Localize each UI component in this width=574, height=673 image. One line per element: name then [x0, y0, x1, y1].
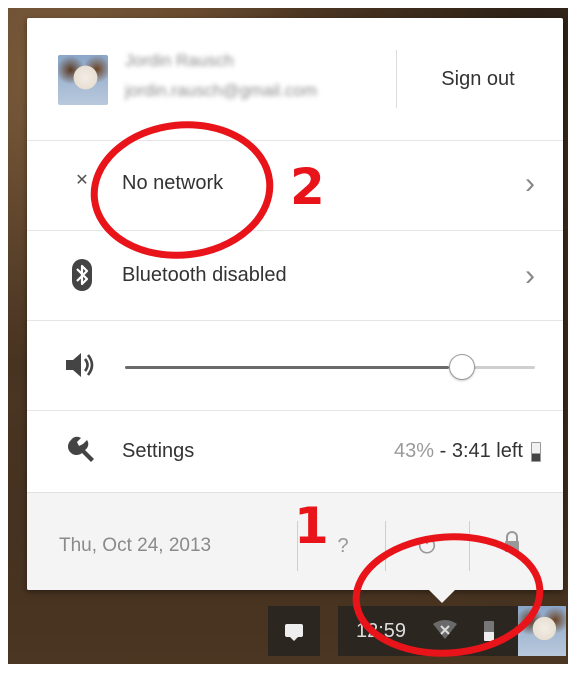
date-label: Thu, Oct 24, 2013 — [59, 535, 212, 556]
annotation-number-1: 1 — [294, 497, 329, 555]
battery-status: 43% - 3:41 left — [394, 440, 523, 463]
network-status-label: No network — [122, 172, 224, 194]
volume-track-filled — [125, 366, 450, 369]
volume-slider[interactable] — [125, 354, 535, 380]
account-email: jordin.rausch@gmail.com — [125, 81, 318, 100]
speaker-icon[interactable] — [63, 349, 94, 387]
battery-icon — [531, 442, 541, 462]
divider — [396, 50, 397, 108]
battery-time-left: 3:41 left — [451, 440, 523, 462]
notifications-button[interactable] — [268, 606, 320, 656]
lock-icon[interactable] — [497, 531, 527, 561]
wrench-icon — [67, 434, 97, 470]
bluetooth-status-label: Bluetooth disabled — [122, 264, 287, 286]
annotation-number-2: 2 — [290, 158, 325, 216]
avatar — [58, 55, 108, 105]
power-icon[interactable]: ⏻ — [407, 531, 447, 561]
divider — [385, 521, 386, 571]
account-name: Jordin Rausch — [125, 51, 234, 70]
avatar[interactable] — [518, 606, 566, 656]
chevron-right-icon: › — [525, 167, 535, 200]
divider — [469, 521, 470, 571]
bluetooth-row[interactable]: Bluetooth disabled › — [27, 230, 563, 321]
clock: 12:59 — [356, 620, 407, 642]
chevron-right-icon: › — [525, 259, 535, 292]
popup-pointer — [428, 589, 456, 603]
battery-icon — [484, 621, 494, 641]
settings-label: Settings — [122, 440, 195, 462]
help-button[interactable]: ? — [330, 531, 356, 561]
notification-bubble-tail — [289, 636, 299, 641]
volume-slider-thumb[interactable] — [449, 354, 476, 380]
network-disconnected-icon — [432, 620, 458, 640]
sign-out-button[interactable]: Sign out — [412, 62, 544, 96]
bluetooth-icon — [67, 258, 97, 298]
volume-track-empty — [473, 366, 535, 369]
shelf-status-area[interactable]: 12:59 — [338, 606, 518, 656]
battery-percent: 43% — [394, 440, 435, 462]
settings-row[interactable]: Settings 43% - 3:41 left — [27, 410, 563, 492]
battery-separator: - — [434, 440, 452, 462]
account-row: Jordin Rausch jordin.rausch@gmail.com Si… — [27, 18, 563, 141]
network-disconnected-icon: ✕ — [75, 172, 89, 189]
volume-row — [27, 320, 563, 411]
